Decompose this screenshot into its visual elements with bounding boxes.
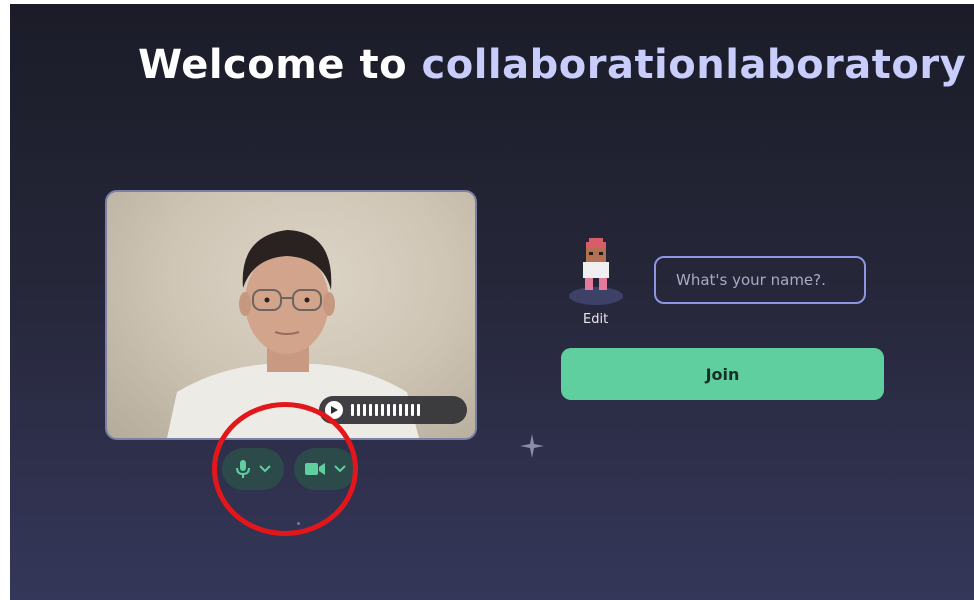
audio-level-bars	[351, 404, 420, 416]
name-input[interactable]	[654, 256, 866, 304]
page-title: Welcome to collaborationlaboratory	[138, 42, 966, 88]
decorative-dot	[297, 522, 300, 525]
sparkle-icon	[520, 434, 544, 458]
join-screen: Welcome to collaborationlaboratory Edit …	[10, 4, 974, 600]
avatar-sprite[interactable]	[567, 234, 625, 306]
audio-level-indicator	[319, 396, 467, 424]
space-name: collaborationlaboratory	[421, 42, 967, 88]
title-prefix: Welcome to	[138, 42, 408, 88]
join-button[interactable]: Join	[561, 348, 884, 400]
annotation-circle	[212, 402, 358, 536]
edit-avatar-link[interactable]: Edit	[583, 312, 608, 327]
